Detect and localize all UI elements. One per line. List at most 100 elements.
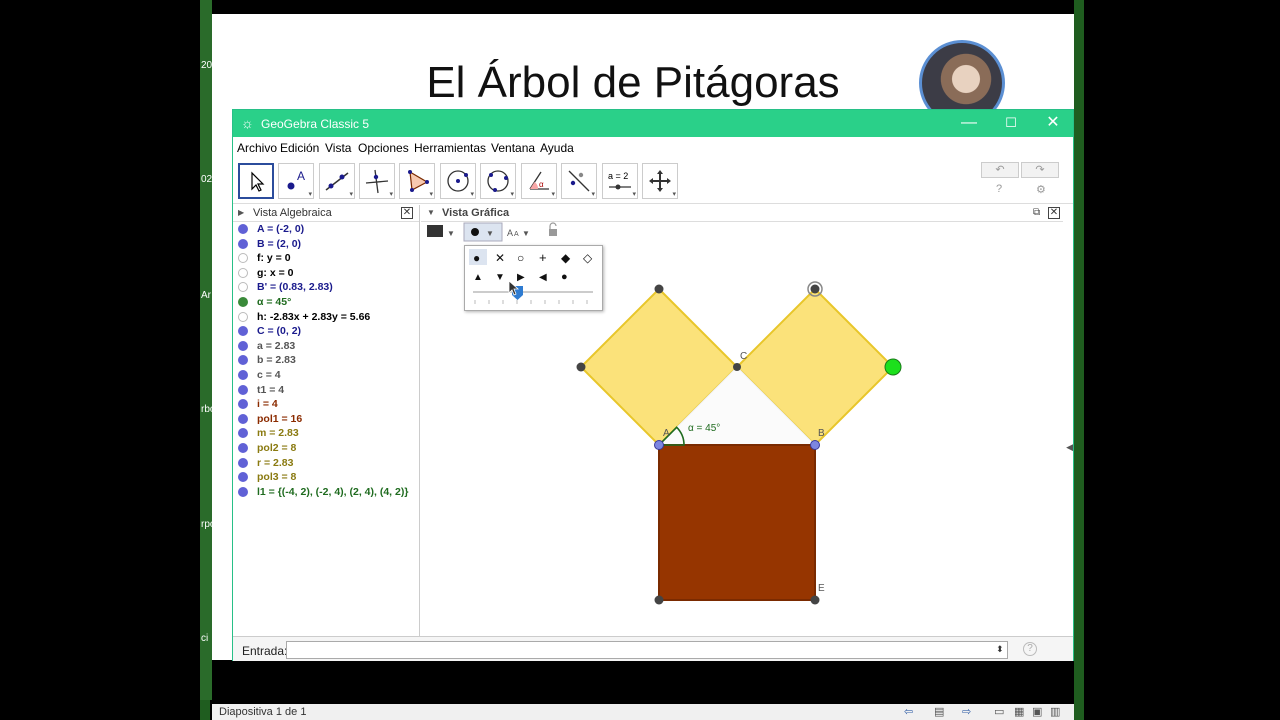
forward-arrow-icon[interactable]: ⇨ [962,705,971,718]
visibility-toggle-icon[interactable] [238,472,248,483]
algebra-item[interactable]: pol3 = 8 [233,470,419,485]
point-b[interactable] [810,440,820,450]
algebra-item[interactable]: a = 2.83 [233,339,419,354]
point-top-left[interactable] [654,284,664,294]
algebra-item[interactable]: B = (2, 0) [233,237,419,252]
bottom-square[interactable] [658,444,816,601]
reflect-tool[interactable]: ▾ [561,163,597,199]
visibility-toggle-icon[interactable] [238,428,248,439]
algebra-item[interactable]: C = (0, 2) [233,324,419,339]
visibility-toggle-icon[interactable] [238,442,248,453]
help-icon[interactable]: ? [996,183,1002,195]
point-style-option[interactable]: ◇ [583,251,593,265]
polygon-tool[interactable]: ▾ [399,163,435,199]
visibility-toggle-icon[interactable] [238,282,248,293]
title-bar[interactable]: ☼ GeoGebra Classic 5 — ☐ ✕ [233,110,1073,137]
point-style-option[interactable]: ● [473,251,480,265]
close-algebra-icon[interactable]: ✕ [401,207,413,219]
collapse-triangle-icon[interactable]: ▶ [238,208,244,217]
visibility-toggle-icon[interactable] [238,369,248,380]
visibility-toggle-icon[interactable] [238,326,248,337]
line-tool[interactable]: ▾ [319,163,355,199]
normal-view-icon[interactable]: ▭ [994,705,1004,718]
lock-icon[interactable] [549,229,557,236]
visibility-toggle-icon[interactable] [238,457,248,468]
algebra-item[interactable]: r = 2.83 [233,456,419,471]
visibility-toggle-icon[interactable] [238,355,248,366]
gear-icon[interactable]: ⚙ [1036,183,1046,196]
algebra-item[interactable]: b = 2.83 [233,353,419,368]
algebra-item[interactable]: t1 = 4 [233,383,419,398]
visibility-toggle-icon[interactable] [238,413,248,424]
menu-herramientas[interactable]: Herramientas [414,141,486,155]
expand-arrow-icon[interactable]: ◀ [1066,442,1073,453]
undo-button[interactable]: ↶ [981,162,1019,178]
redo-button[interactable]: ↷ [1021,162,1059,178]
point-style-option[interactable]: ✕ [495,251,505,265]
menu-vista[interactable]: Vista [325,141,351,155]
point-e[interactable] [810,595,820,605]
minimize-button[interactable]: — [949,113,989,133]
close-graphics-icon[interactable]: ✕ [1048,207,1060,219]
point-style-option[interactable]: + [539,250,547,265]
point-d[interactable] [654,595,664,605]
menu-archivo[interactable]: Archivo [237,141,277,155]
point-style-button[interactable] [463,222,503,242]
notes-icon[interactable]: ▤ [934,705,944,718]
menu-opciones[interactable]: Opciones [358,141,409,155]
color-swatch[interactable] [427,225,443,237]
point-c[interactable] [733,363,741,371]
visibility-toggle-icon[interactable] [238,311,248,322]
algebra-item[interactable]: A = (-2, 0) [233,222,419,237]
perpendicular-tool[interactable]: ▾ [359,163,395,199]
label-style-icon[interactable]: A [507,228,513,238]
command-input[interactable] [286,641,1008,659]
slideshow-icon[interactable]: ▥ [1050,705,1060,718]
algebra-item[interactable]: pol2 = 8 [233,441,419,456]
slider-tool[interactable]: a = 2 ▾ [602,163,638,199]
algebra-item[interactable]: f: y = 0 [233,251,419,266]
back-arrow-icon[interactable]: ⇦ [904,705,913,718]
point-style-option[interactable]: ◆ [561,251,571,265]
visibility-toggle-icon[interactable] [238,296,248,307]
algebra-item[interactable]: g: x = 0 [233,266,419,281]
point-left[interactable] [576,362,586,372]
menu-edicion[interactable]: Edición [280,141,319,155]
point-a[interactable] [654,440,664,450]
algebra-item[interactable]: i = 4 [233,397,419,412]
conic-tool[interactable]: ▾ [480,163,516,199]
algebra-item[interactable]: c = 4 [233,368,419,383]
point-style-option[interactable]: ○ [517,251,524,265]
algebra-item[interactable]: h: -2.83x + 2.83y = 5.66 [233,310,419,325]
point-style-option[interactable]: ● [561,271,568,283]
move-tool[interactable] [238,163,274,199]
visibility-toggle-icon[interactable] [238,253,248,264]
algebra-item[interactable]: m = 2.83 [233,426,419,441]
angle-tool[interactable]: α ▾ [521,163,557,199]
point-style-option[interactable]: ◀ [539,272,547,283]
point-style-option[interactable]: ▼ [495,272,505,283]
algebra-item[interactable]: pol1 = 16 [233,412,419,427]
point-green[interactable] [884,358,902,376]
visibility-toggle-icon[interactable] [238,267,248,278]
menu-ventana[interactable]: Ventana [491,141,535,155]
input-help-icon[interactable]: ? [1023,642,1037,656]
point-style-option[interactable]: ▶ [517,272,525,283]
visibility-toggle-icon[interactable] [238,340,248,351]
visibility-toggle-icon[interactable] [238,486,248,497]
visibility-toggle-icon[interactable] [238,224,248,234]
menu-ayuda[interactable]: Ayuda [540,141,574,155]
circle-tool[interactable]: ▾ [440,163,476,199]
maximize-button[interactable]: ☐ [991,113,1031,133]
slide-sorter-icon[interactable]: ▦ [1014,705,1024,718]
point-top-right[interactable] [810,284,820,294]
chevron-down-icon[interactable]: ▼ [447,229,455,238]
reading-view-icon[interactable]: ▣ [1032,705,1042,718]
move-view-tool[interactable]: ▾ [642,163,678,199]
input-history-arrows-icon[interactable]: ⬍ [996,644,1004,655]
visibility-toggle-icon[interactable] [238,399,248,410]
algebra-item[interactable]: α = 45° [233,295,419,310]
close-button[interactable]: ✕ [1033,113,1073,133]
point-style-option[interactable]: ▲ [473,272,483,283]
visibility-toggle-icon[interactable] [238,238,248,249]
